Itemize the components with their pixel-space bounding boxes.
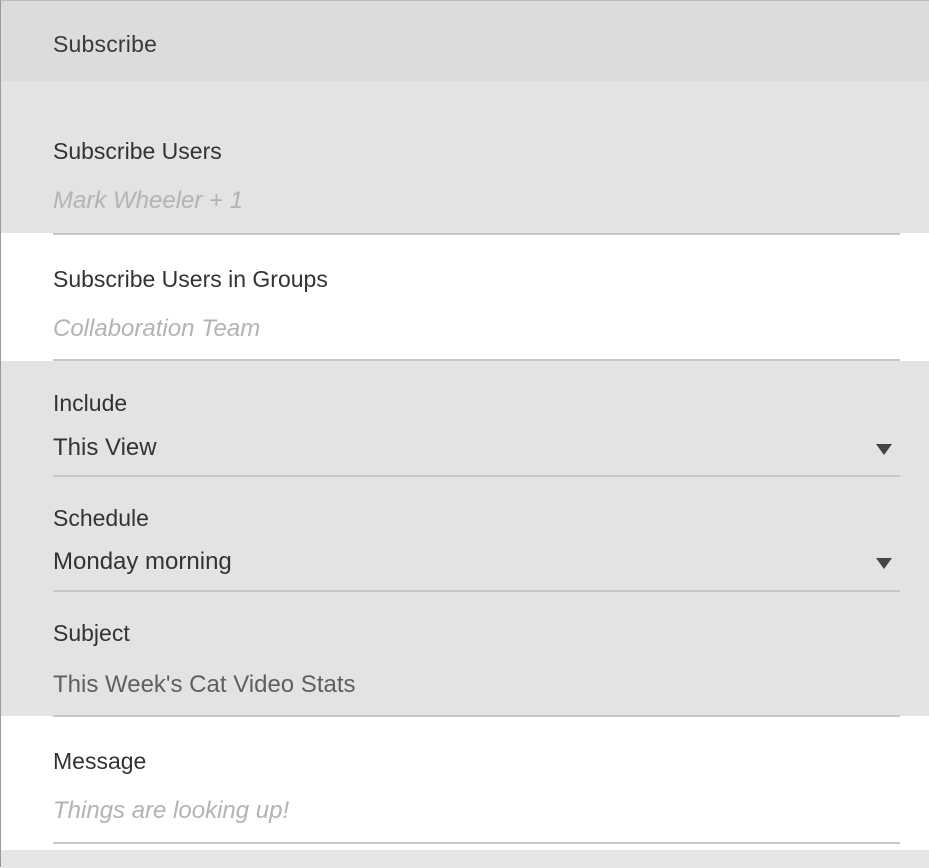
subject-input[interactable]: This Week's Cat Video Stats xyxy=(53,671,356,699)
subscribe-groups-value[interactable]: Collaboration Team xyxy=(53,315,260,343)
message-label: Message xyxy=(53,748,147,774)
subscribe-users-value[interactable]: Mark Wheeler + 1 xyxy=(53,187,243,215)
subscribe-users-field[interactable]: Subscribe Users Mark Wheeler + 1 xyxy=(53,81,900,237)
subscribe-groups-field[interactable]: Subscribe Users in Groups Collaboration … xyxy=(53,235,900,363)
dialog-title: Subscribe xyxy=(53,31,158,57)
subscribe-groups-label: Subscribe Users in Groups xyxy=(53,266,328,292)
include-value[interactable]: This View xyxy=(53,434,157,462)
caret-down-icon[interactable] xyxy=(876,444,892,455)
include-label: Include xyxy=(53,390,128,416)
field-underline xyxy=(53,359,900,361)
field-underline xyxy=(53,842,900,844)
schedule-select[interactable]: Schedule Monday morning xyxy=(53,477,900,593)
message-field[interactable]: Message Things are looking up! xyxy=(53,717,900,847)
subject-field[interactable]: Subject This Week's Cat Video Stats xyxy=(53,592,900,720)
include-select[interactable]: Include This View xyxy=(53,363,900,479)
caret-down-icon[interactable] xyxy=(876,558,892,569)
dialog-header: Subscribe xyxy=(1,1,929,81)
subscribe-dialog: Subscribe Subscribe Users Mark Wheeler +… xyxy=(0,0,929,868)
message-input[interactable]: Things are looking up! xyxy=(53,797,289,825)
schedule-value[interactable]: Monday morning xyxy=(53,548,232,576)
subscribe-users-label: Subscribe Users xyxy=(53,138,222,164)
dialog-footer-strip xyxy=(1,850,929,868)
subject-label: Subject xyxy=(53,620,130,646)
schedule-label: Schedule xyxy=(53,505,149,531)
